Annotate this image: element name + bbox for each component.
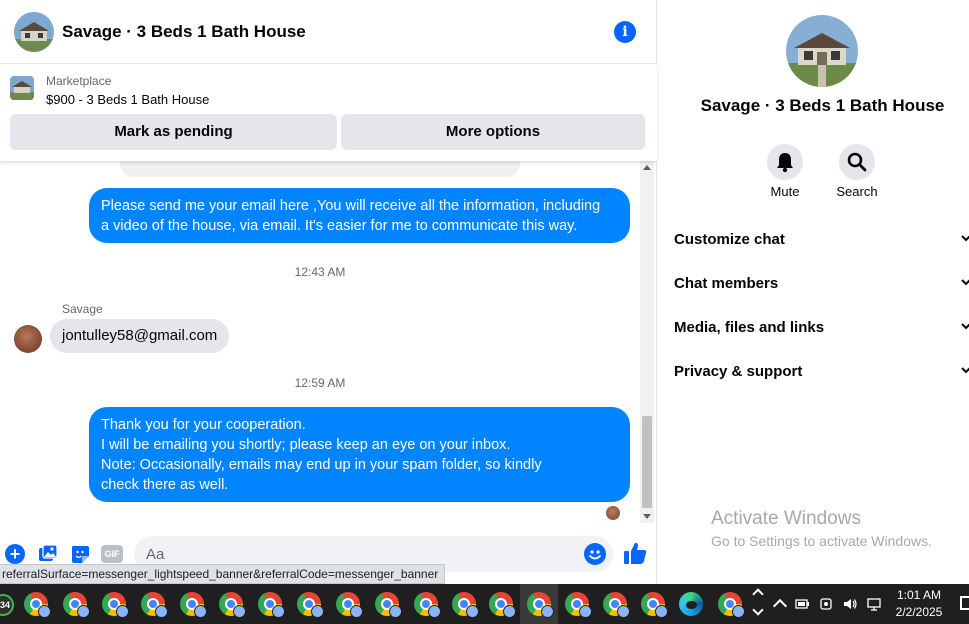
windows-taskbar: 34 1:01 AM 2/2/2025 xyxy=(0,584,969,624)
chrome-icon[interactable] xyxy=(141,592,168,618)
chrome-icon[interactable] xyxy=(375,592,402,618)
plus-icon[interactable]: + xyxy=(5,544,25,564)
clock-date: 2/2/2025 xyxy=(895,605,943,619)
notification-center-icon[interactable] xyxy=(960,596,969,610)
chrome-icon[interactable] xyxy=(297,592,324,618)
chevron-up-icon[interactable] xyxy=(752,588,764,600)
gif-icon[interactable]: GIF xyxy=(101,545,123,563)
chevron-down-icon xyxy=(961,323,969,330)
mute-action[interactable]: Mute xyxy=(755,144,815,199)
scroll-down-arrow-icon[interactable] xyxy=(643,514,651,519)
sender-avatar[interactable] xyxy=(14,325,42,353)
outgoing-message[interactable]: Please send me your email here ,You will… xyxy=(89,188,630,243)
section-label: Chat members xyxy=(674,275,779,292)
search-label: Search xyxy=(836,184,878,199)
meet-now-icon[interactable] xyxy=(818,596,834,612)
previous-message-bubble xyxy=(120,161,520,177)
conversation-avatar[interactable] xyxy=(14,12,54,52)
bell-icon[interactable] xyxy=(767,144,803,180)
chrome-icon[interactable] xyxy=(527,592,554,618)
scroll-up-arrow-icon[interactable] xyxy=(643,165,651,170)
search-icon[interactable] xyxy=(839,144,875,180)
section-label: Media, files and links xyxy=(674,319,825,336)
sender-name: Savage xyxy=(62,302,103,316)
activate-windows-subtitle: Go to Settings to activate Windows. xyxy=(711,533,932,549)
photo-icon[interactable] xyxy=(38,544,58,564)
clock-time: 1:01 AM xyxy=(896,588,942,602)
chevron-down-icon xyxy=(961,279,969,286)
chrome-icon[interactable] xyxy=(180,592,207,618)
chrome-icon[interactable] xyxy=(452,592,479,618)
mute-label: Mute xyxy=(770,184,800,199)
edge-icon[interactable] xyxy=(679,592,703,616)
emoji-icon[interactable] xyxy=(584,543,606,565)
message-line: Please send me your email here ,You will… xyxy=(101,198,601,214)
chrome-icon[interactable] xyxy=(24,592,51,618)
message-scrollbar[interactable] xyxy=(640,161,654,523)
chevron-down-icon xyxy=(961,235,969,242)
listing-category: Marketplace xyxy=(46,74,112,88)
chrome-icon[interactable] xyxy=(603,592,630,618)
chat-pane: Savage · 3 Beds 1 Bath House i Marketpla… xyxy=(0,0,657,584)
message-timestamp: 12:43 AM xyxy=(294,265,346,279)
section-customize-chat[interactable]: Customize chat xyxy=(674,218,969,262)
conversation-title[interactable]: Savage · 3 Beds 1 Bath House xyxy=(62,22,306,42)
chrome-icon[interactable] xyxy=(102,592,129,618)
sticker-icon[interactable] xyxy=(70,544,90,564)
message-line: check there as well. xyxy=(101,477,229,493)
message-line: Thank you for your cooperation. xyxy=(101,417,306,433)
message-timestamp: 12:59 AM xyxy=(294,376,346,390)
message-line: Note: Occasionally, emails may end up in… xyxy=(101,457,542,473)
message-list[interactable]: Please send me your email here ,You will… xyxy=(0,161,640,523)
conversation-large-avatar[interactable] xyxy=(786,15,858,87)
section-label: Customize chat xyxy=(674,231,785,248)
listing-price-title[interactable]: $900 - 3 Beds 1 Bath House xyxy=(46,92,209,107)
chat-header: Savage · 3 Beds 1 Bath House i xyxy=(0,0,657,64)
message-line: a video of the house, via email. It's ea… xyxy=(101,218,578,234)
chevron-down-icon xyxy=(961,367,969,374)
chrome-icon[interactable] xyxy=(414,592,441,618)
chevron-down-icon[interactable] xyxy=(752,604,764,616)
scrollbar-thumb[interactable] xyxy=(642,416,652,508)
chrome-icon[interactable] xyxy=(565,592,592,618)
chrome-icon[interactable] xyxy=(219,592,246,618)
conversation-info-pane: Savage · 3 Beds 1 Bath House Mute Search… xyxy=(658,0,969,584)
system-clock[interactable]: 1:01 AM 2/2/2025 xyxy=(880,587,958,621)
more-options-button[interactable]: More options xyxy=(341,114,645,150)
chrome-icon[interactable] xyxy=(63,592,90,618)
chrome-icon[interactable] xyxy=(718,592,745,618)
incoming-message[interactable]: jontulley58@gmail.com xyxy=(50,319,230,353)
battery-icon[interactable] xyxy=(794,596,810,612)
chrome-icon[interactable] xyxy=(336,592,363,618)
tray-expand-icon[interactable] xyxy=(772,596,788,612)
search-action[interactable]: Search xyxy=(827,144,887,199)
outgoing-message[interactable]: Thank you for your cooperation. I will b… xyxy=(89,407,630,502)
speaker-icon[interactable] xyxy=(842,596,858,612)
activate-windows-title: Activate Windows xyxy=(711,508,861,529)
chrome-icon[interactable] xyxy=(258,592,285,618)
message-line: I will be emailing you shortly; please k… xyxy=(101,437,511,453)
seen-receipt-avatar xyxy=(606,506,620,520)
section-media-files-links[interactable]: Media, files and links xyxy=(674,306,969,350)
chrome-icon[interactable] xyxy=(489,592,516,618)
like-icon[interactable] xyxy=(622,540,648,566)
info-icon[interactable]: i xyxy=(614,21,636,43)
status-bar-url: referralSurface=messenger_lightspeed_ban… xyxy=(0,564,446,584)
taskbar-overflow-scroller[interactable] xyxy=(752,584,766,624)
mark-as-pending-button[interactable]: Mark as pending xyxy=(10,114,337,150)
taskbar-badge[interactable]: 34 xyxy=(0,594,14,616)
listing-thumbnail[interactable] xyxy=(10,76,34,100)
section-privacy-support[interactable]: Privacy & support xyxy=(674,350,969,394)
marketplace-listing-banner: Marketplace $900 - 3 Beds 1 Bath House M… xyxy=(0,65,657,161)
section-chat-members[interactable]: Chat members xyxy=(674,262,969,306)
info-pane-title: Savage · 3 Beds 1 Bath House xyxy=(700,96,945,115)
section-label: Privacy & support xyxy=(674,363,803,380)
chrome-icon[interactable] xyxy=(641,592,668,618)
